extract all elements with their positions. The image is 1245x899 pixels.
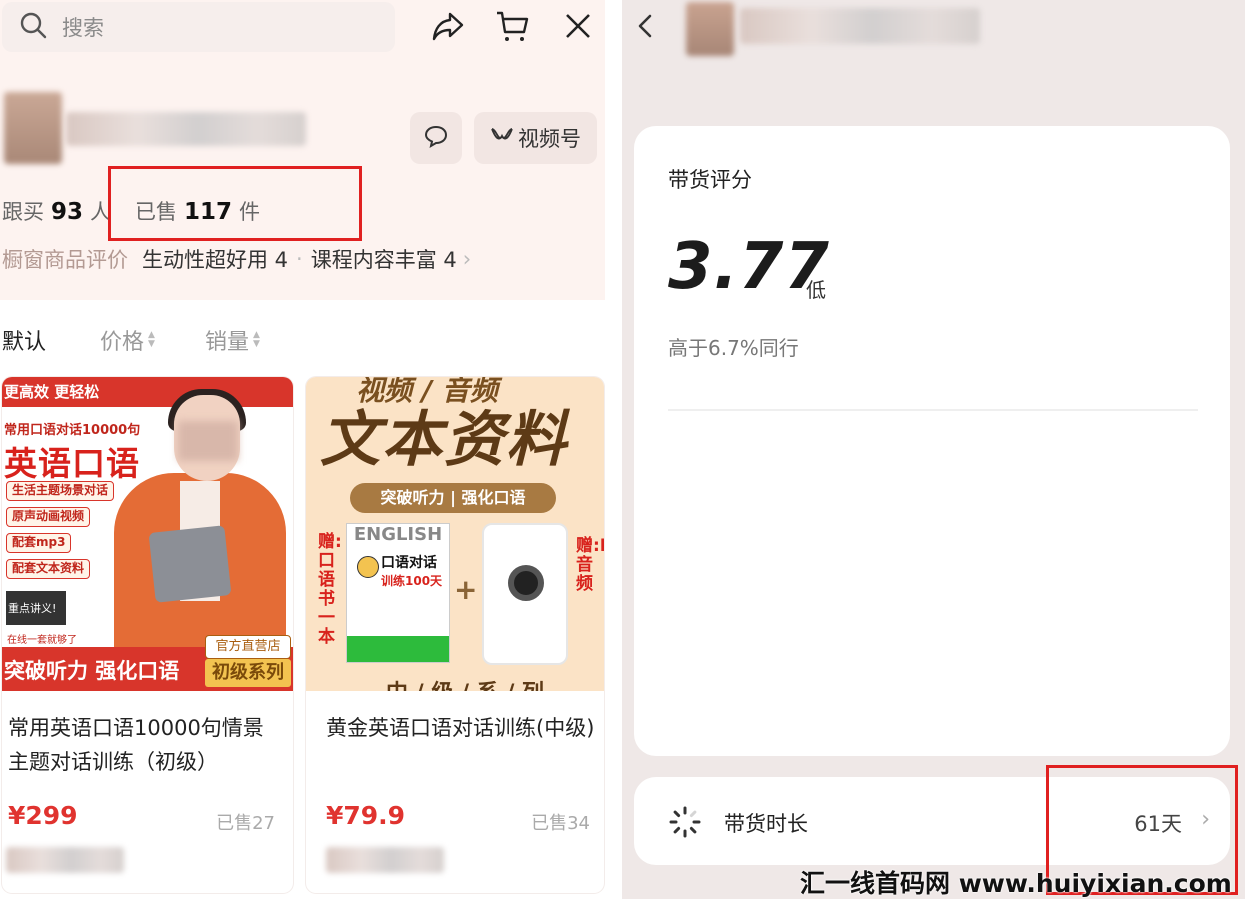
- image-tag: 配套文本资料: [6, 559, 91, 579]
- sort-price[interactable]: 价格 ▲ ▼: [100, 324, 155, 356]
- video-channel-label: 视频号: [518, 127, 581, 151]
- sort-default-label: 默认: [2, 330, 47, 355]
- product-card[interactable]: 视频 / 音频 文本资料 突破听力 | 强化口语 ENGLISH 口语对话 训练…: [306, 377, 604, 893]
- user-name-blurred: [740, 8, 980, 44]
- image-book-band: [347, 636, 449, 662]
- search-icon: [18, 10, 48, 44]
- sort-arrows-icon: ▲ ▼: [252, 330, 260, 349]
- score-compare: 高于6.7%同行: [668, 336, 799, 360]
- video-channel-icon: [490, 124, 518, 153]
- watermark: 汇一线首码网 www.huiyixian.com: [800, 869, 1232, 898]
- image-bottom-text: 突破听力 强化口语: [4, 659, 180, 683]
- product-title: 黄金英语口语对话训练(中级): [326, 716, 595, 740]
- sort-arrows-icon: ▲ ▼: [148, 330, 155, 349]
- product-price: ¥79.9: [326, 801, 406, 830]
- product-title: 常用英语口语10000句情景主题对话训练（初级）: [8, 716, 264, 774]
- cart-icon[interactable]: [494, 8, 530, 44]
- image-disc: [508, 565, 544, 601]
- image-book: ENGLISH 口语对话 训练100天: [346, 523, 450, 663]
- sort-sales[interactable]: 销量 ▲ ▼: [205, 324, 260, 356]
- highlight-box-sold: [108, 166, 362, 241]
- product-sold: 已售34: [531, 813, 590, 834]
- chat-bubble-icon: [423, 123, 449, 153]
- product-price: ¥299: [8, 801, 78, 830]
- product-blurred-info: [326, 847, 444, 873]
- image-headline: 英语口语: [4, 444, 140, 483]
- review-separator: ·: [296, 247, 303, 271]
- review-item: 生动性超好用 4: [142, 248, 289, 272]
- product-sold: 已售27: [216, 813, 275, 834]
- follow-buy-stat: 跟买 93 人: [2, 196, 111, 226]
- avatar: [686, 2, 734, 56]
- image-pill: 突破听力 | 强化口语: [350, 483, 556, 513]
- share-icon[interactable]: [430, 8, 466, 44]
- divider: [668, 409, 1198, 411]
- image-small-text: 在线一套就够了: [4, 631, 80, 647]
- image-book-figure: [357, 556, 379, 578]
- image-book-title: 口语对话: [381, 555, 437, 571]
- follow-count: 93: [51, 199, 84, 225]
- showcase-review[interactable]: 橱窗商品评价 生动性超好用 4 · 课程内容丰富 4 ›: [2, 244, 471, 274]
- image-tag: 生活主题场景对话: [6, 481, 115, 501]
- image-face-blur: [178, 421, 238, 461]
- review-label: 橱窗商品评价: [2, 248, 128, 272]
- image-tablet: [148, 525, 232, 603]
- follow-label: 跟买: [2, 200, 44, 224]
- image-tag: 原声动画视频: [6, 507, 91, 527]
- image-ribbon-text: 更高效 更轻松: [4, 383, 100, 401]
- sort-price-label: 价格: [100, 330, 145, 355]
- sort-default[interactable]: 默认: [2, 324, 46, 356]
- image-vertical-text-right: 赠:MP3音频: [576, 536, 604, 594]
- close-icon[interactable]: [560, 8, 596, 44]
- back-icon[interactable]: [632, 8, 660, 44]
- video-channel-button[interactable]: 视频号: [474, 112, 597, 164]
- review-item: 课程内容丰富 4: [310, 248, 457, 272]
- image-subtitle: 常用口语对话10000句: [4, 423, 141, 438]
- sort-sales-label: 销量: [204, 330, 249, 355]
- image-tag: 配套mp3: [6, 533, 72, 553]
- product-card[interactable]: 更高效 更轻松 常用口语对话10000句 英语口语 生活主题场景对话 原声动画视…: [2, 377, 293, 893]
- image-bottom-text: 中 / 级 / 系 / 列: [386, 675, 544, 691]
- product-image: 视频 / 音频 文本资料 突破听力 | 强化口语 ENGLISH 口语对话 训练…: [306, 377, 604, 691]
- image-level-badge: 初级系列: [205, 659, 291, 687]
- search-bar[interactable]: 搜索: [2, 2, 395, 52]
- image-official-badge: 官方直营店: [205, 635, 291, 659]
- image-headline: 文本资料: [320, 405, 568, 475]
- plus-icon: +: [454, 573, 478, 606]
- image-book-subtitle: 训练100天: [381, 574, 443, 588]
- product-image: 更高效 更轻松 常用口语对话10000句 英语口语 生活主题场景对话 原声动画视…: [2, 377, 293, 691]
- image-vertical-text-left: 赠:口语书一本: [318, 532, 342, 647]
- score-card: 带货评分 3.77 低 高于6.7%同行: [634, 126, 1230, 756]
- search-placeholder: 搜索: [62, 16, 104, 40]
- shop-panel: 搜索 视频号 跟买 93 人 已售 117 件 橱窗商品评价 生动性超好用 4 …: [0, 0, 605, 899]
- sort-bar: 默认 价格 ▲ ▼ 销量 ▲ ▼: [0, 324, 260, 356]
- score-level: 低: [806, 278, 826, 302]
- chat-button[interactable]: [410, 112, 462, 164]
- loading-spinner-icon: [668, 805, 702, 839]
- chevron-right-icon: ›: [462, 247, 472, 271]
- image-note: 重点讲义!: [6, 591, 66, 625]
- product-blurred-info: [6, 847, 124, 873]
- shop-name-blurred: [66, 112, 306, 146]
- image-book-top: ENGLISH: [353, 524, 443, 545]
- shop-avatar[interactable]: [4, 92, 62, 164]
- score-card-title: 带货评分: [668, 168, 752, 192]
- sales-duration-label: 带货时长: [724, 812, 808, 836]
